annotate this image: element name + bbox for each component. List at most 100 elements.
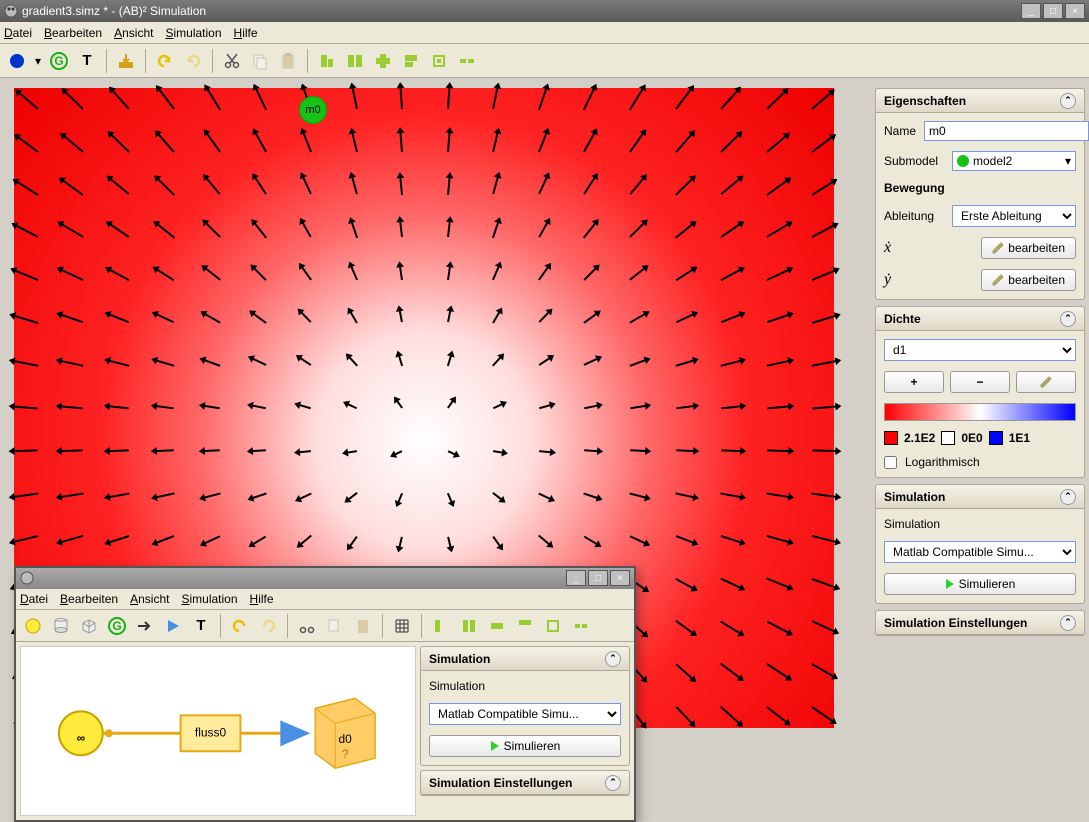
sub-canvas[interactable]: ∞ fluss0 d0 ? [20, 646, 416, 816]
density-edit-button[interactable] [1016, 371, 1076, 393]
simulation-header[interactable]: Simulation ⌃ [876, 485, 1084, 509]
sub-simulation-header[interactable]: Simulation ⌃ [421, 647, 629, 671]
tool-align-5[interactable] [426, 48, 452, 74]
submodel-label: Submodel [884, 154, 944, 168]
sub-tool-paste[interactable] [350, 613, 376, 639]
log-checkbox[interactable] [884, 456, 897, 469]
density-select[interactable]: d1 [884, 339, 1076, 361]
sub-tool-redo[interactable] [255, 613, 281, 639]
menu-help[interactable]: Hilfe [234, 26, 258, 40]
tool-dropdown-icon[interactable]: ▾ [32, 48, 44, 74]
sub-window[interactable]: _ □ × Datei Bearbeiten Ansicht Simulatio… [14, 566, 636, 822]
maximize-button[interactable]: □ [1043, 3, 1063, 19]
sub-tool-cylinder[interactable] [48, 613, 74, 639]
sub-minimize-button[interactable]: _ [566, 570, 586, 586]
sub-tool-cut[interactable] [294, 613, 320, 639]
swatch-max [989, 431, 1003, 445]
sub-simulate-button[interactable]: Simulieren [429, 735, 621, 757]
sub-menu-edit[interactable]: Bearbeiten [60, 592, 118, 606]
sub-menubar: Datei Bearbeiten Ansicht Simulation Hilf… [16, 589, 634, 610]
menu-view[interactable]: Ansicht [114, 26, 153, 40]
sub-simulation-settings-header[interactable]: Simulation Einstellungen ⌃ [421, 771, 629, 795]
sub-close-button[interactable]: × [610, 570, 630, 586]
sub-tool-align-3[interactable] [484, 613, 510, 639]
density-header[interactable]: Dichte ⌃ [876, 307, 1084, 331]
sub-menu-help[interactable]: Hilfe [250, 592, 274, 606]
simulation-label: Simulation [884, 517, 1076, 531]
sub-tool-undo[interactable] [227, 613, 253, 639]
density-remove-button[interactable]: − [950, 371, 1010, 393]
tool-paste[interactable] [275, 48, 301, 74]
close-button[interactable]: × [1065, 3, 1085, 19]
tool-align-3[interactable] [370, 48, 396, 74]
sub-menu-simulation[interactable]: Simulation [181, 592, 237, 606]
sub-tool-copy[interactable] [322, 613, 348, 639]
sub-maximize-button[interactable]: □ [588, 570, 608, 586]
sub-simulation-panel: Simulation ⌃ Simulation Matlab Compatibl… [420, 646, 630, 766]
simulation-panel: Simulation ⌃ Simulation Matlab Compatibl… [875, 484, 1085, 604]
tool-save[interactable] [113, 48, 139, 74]
tool-redo[interactable] [180, 48, 206, 74]
sub-tool-circle-yellow[interactable] [20, 613, 46, 639]
sub-tool-align-5[interactable] [540, 613, 566, 639]
sub-menu-view[interactable]: Ansicht [130, 592, 169, 606]
sub-tool-grid[interactable] [389, 613, 415, 639]
ydot-edit-button[interactable]: bearbeiten [981, 269, 1076, 291]
pencil-icon [992, 274, 1004, 286]
menu-file[interactable]: Datei [4, 26, 32, 40]
tool-align-2[interactable] [342, 48, 368, 74]
derivative-select[interactable]: Erste Ableitung [952, 205, 1076, 227]
pencil-icon [1040, 376, 1052, 388]
xdot-edit-button[interactable]: bearbeiten [981, 237, 1076, 259]
sub-simulation-engine-select[interactable]: Matlab Compatible Simu... [429, 703, 621, 725]
tool-align-4[interactable] [398, 48, 424, 74]
flow-arrow-icon [280, 721, 310, 747]
collapse-icon[interactable]: ⌃ [1060, 93, 1076, 109]
sub-tool-align-2[interactable] [456, 613, 482, 639]
sub-menu-file[interactable]: Datei [20, 592, 48, 606]
sub-tool-align-6[interactable] [568, 613, 594, 639]
minimize-button[interactable]: _ [1021, 3, 1041, 19]
sub-toolbar: G T [16, 610, 634, 642]
simulation-settings-panel: Simulation Einstellungen ⌃ [875, 610, 1085, 636]
tool-circle-blue[interactable] [4, 48, 30, 74]
swatch-mid [941, 431, 955, 445]
tool-undo[interactable] [152, 48, 178, 74]
model-dot-icon [957, 155, 969, 167]
tool-text[interactable]: T [74, 48, 100, 74]
play-icon [490, 741, 500, 751]
swatch-min [884, 431, 898, 445]
sub-titlebar[interactable]: _ □ × [16, 568, 634, 589]
tool-cut[interactable] [219, 48, 245, 74]
menu-simulation[interactable]: Simulation [165, 26, 221, 40]
density-gradient-bar [884, 403, 1076, 421]
tool-copy[interactable] [247, 48, 273, 74]
m0-node[interactable]: m0 [299, 96, 327, 124]
sub-tool-cube[interactable] [76, 613, 102, 639]
collapse-icon[interactable]: ⌃ [605, 775, 621, 791]
menu-edit[interactable]: Bearbeiten [44, 26, 102, 40]
properties-header[interactable]: Eigenschaften ⌃ [876, 89, 1084, 113]
name-input[interactable] [924, 121, 1089, 141]
tool-align-6[interactable] [454, 48, 480, 74]
log-label: Logarithmisch [905, 455, 965, 469]
sub-tool-align-4[interactable] [512, 613, 538, 639]
sub-tool-g[interactable]: G [104, 613, 130, 639]
collapse-icon[interactable]: ⌃ [1060, 615, 1076, 631]
submodel-select[interactable]: model2 ▾ [952, 151, 1076, 171]
collapse-icon[interactable]: ⌃ [605, 651, 621, 667]
simulate-button[interactable]: Simulieren [884, 573, 1076, 595]
density-add-button[interactable]: + [884, 371, 944, 393]
sub-tool-align-1[interactable] [428, 613, 454, 639]
tool-align-1[interactable] [314, 48, 340, 74]
collapse-icon[interactable]: ⌃ [1060, 311, 1076, 327]
simulation-engine-select[interactable]: Matlab Compatible Simu... [884, 541, 1076, 563]
sub-tool-play-blue[interactable] [160, 613, 186, 639]
sub-tool-arrow-right[interactable] [132, 613, 158, 639]
d0-node: d0 ? [315, 699, 375, 769]
sub-tool-text[interactable]: T [188, 613, 214, 639]
collapse-icon[interactable]: ⌃ [1060, 489, 1076, 505]
simulation-settings-header[interactable]: Simulation Einstellungen ⌃ [876, 611, 1084, 635]
tool-g-button[interactable]: G [46, 48, 72, 74]
svg-text:G: G [112, 619, 121, 633]
